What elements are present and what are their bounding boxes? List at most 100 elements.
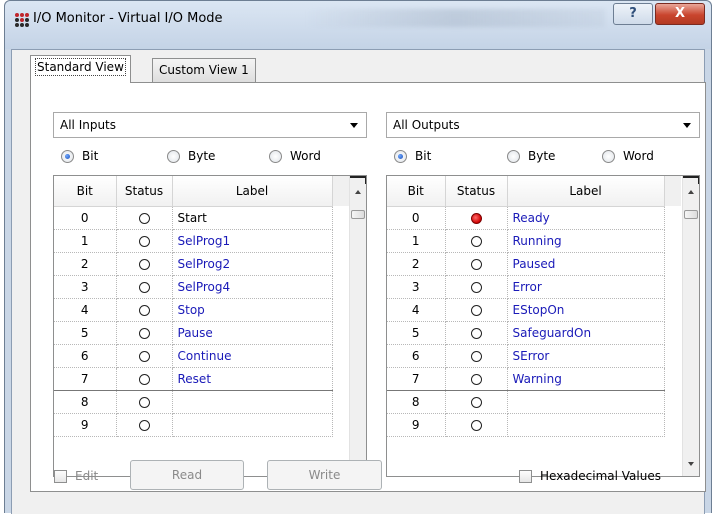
- status-cell[interactable]: [445, 344, 508, 368]
- tab-custom-view-1[interactable]: Custom View 1: [152, 58, 256, 82]
- label-cell: Stop: [172, 298, 333, 322]
- close-button[interactable]: X: [655, 3, 705, 25]
- table-row[interactable]: 2 Paused: [387, 252, 681, 276]
- status-off-icon[interactable]: [138, 212, 150, 224]
- table-row[interactable]: 5 SafeguardOn: [387, 321, 681, 345]
- table-row[interactable]: 3 Error: [387, 275, 681, 299]
- table-row[interactable]: 9: [387, 413, 681, 437]
- status-cell[interactable]: [116, 252, 173, 276]
- inputs-radio-bit[interactable]: Bit: [61, 149, 98, 163]
- inputs-grid[interactable]: Bit Status Label 0 Start 1 SelProg1 2 SelProg…: [53, 175, 367, 477]
- table-row[interactable]: 6 Continue: [54, 344, 349, 368]
- status-off-icon[interactable]: [470, 327, 482, 339]
- outputs-radio-byte[interactable]: Byte: [507, 149, 555, 163]
- outputs-radio-bit[interactable]: Bit: [394, 149, 431, 163]
- read-button[interactable]: Read: [130, 460, 244, 490]
- edit-checkbox[interactable]: Edit: [54, 469, 98, 483]
- status-off-icon[interactable]: [138, 281, 150, 293]
- status-cell[interactable]: [116, 344, 173, 368]
- scroll-up-icon[interactable]: [688, 190, 694, 194]
- status-off-icon[interactable]: [138, 258, 150, 270]
- table-row[interactable]: 0 Start: [54, 206, 349, 230]
- column-header-status[interactable]: Status: [116, 176, 173, 207]
- column-header-bit[interactable]: Bit: [54, 176, 117, 207]
- status-off-icon[interactable]: [138, 419, 150, 431]
- status-off-icon[interactable]: [470, 304, 482, 316]
- inputs-selector[interactable]: All Inputs: [53, 112, 367, 138]
- write-button[interactable]: Write: [267, 460, 382, 490]
- table-row[interactable]: 3 SelProg4: [54, 275, 349, 299]
- outputs-grid[interactable]: Bit Status Label 0 Ready 1 Running 2 Paused 3 E…: [386, 175, 700, 477]
- table-row[interactable]: 0 Ready: [387, 206, 681, 230]
- close-icon: X: [674, 6, 686, 21]
- table-row[interactable]: 4 Stop: [54, 298, 349, 322]
- table-row[interactable]: 9: [54, 413, 349, 437]
- status-off-icon[interactable]: [470, 258, 482, 270]
- status-cell[interactable]: [445, 206, 508, 230]
- column-header-label[interactable]: Label: [172, 176, 333, 207]
- scroll-thumb[interactable]: [351, 210, 365, 219]
- column-header-status[interactable]: Status: [445, 176, 508, 207]
- help-button[interactable]: ?: [613, 3, 653, 25]
- table-row[interactable]: 8: [54, 389, 349, 414]
- outputs-selector[interactable]: All Outputs: [386, 112, 700, 138]
- status-off-icon[interactable]: [470, 235, 482, 247]
- table-row[interactable]: 1 Running: [387, 229, 681, 253]
- app-icon: [15, 13, 29, 27]
- inputs-radio-byte[interactable]: Byte: [167, 149, 215, 163]
- status-on-icon[interactable]: [470, 212, 482, 224]
- status-off-icon[interactable]: [470, 281, 482, 293]
- status-cell[interactable]: [116, 389, 173, 414]
- inputs-scrollbar[interactable]: [349, 176, 366, 476]
- table-row[interactable]: 8: [387, 389, 681, 414]
- status-cell[interactable]: [445, 298, 508, 322]
- table-row[interactable]: 7 Warning: [387, 367, 681, 391]
- table-row[interactable]: 4 EStopOn: [387, 298, 681, 322]
- status-cell[interactable]: [445, 367, 508, 391]
- table-row[interactable]: 7 Reset: [54, 367, 349, 391]
- status-off-icon[interactable]: [138, 350, 150, 362]
- column-header-label[interactable]: Label: [507, 176, 665, 207]
- outputs-radio-word[interactable]: Word: [602, 149, 654, 163]
- status-off-icon[interactable]: [470, 419, 482, 431]
- status-off-icon[interactable]: [138, 304, 150, 316]
- label-cell: Pause: [172, 321, 333, 345]
- scroll-up-icon[interactable]: [355, 190, 361, 194]
- bit-cell: 7: [387, 367, 446, 391]
- status-cell[interactable]: [116, 367, 173, 391]
- status-cell[interactable]: [445, 413, 508, 437]
- table-row[interactable]: 5 Pause: [54, 321, 349, 345]
- tab-standard-view[interactable]: Standard View: [30, 55, 131, 83]
- status-cell[interactable]: [116, 275, 173, 299]
- table-row[interactable]: 1 SelProg1: [54, 229, 349, 253]
- inputs-radio-word[interactable]: Word: [269, 149, 321, 163]
- scroll-down-icon[interactable]: [688, 462, 694, 466]
- status-cell[interactable]: [445, 252, 508, 276]
- column-header-bit[interactable]: Bit: [387, 176, 446, 207]
- outputs-scrollbar[interactable]: [682, 176, 699, 476]
- status-cell[interactable]: [116, 298, 173, 322]
- status-cell[interactable]: [116, 321, 173, 345]
- status-cell[interactable]: [116, 229, 173, 253]
- status-off-icon[interactable]: [470, 350, 482, 362]
- status-cell[interactable]: [445, 275, 508, 299]
- bit-cell: 8: [54, 389, 117, 414]
- status-cell[interactable]: [116, 206, 173, 230]
- hexadecimal-values-checkbox[interactable]: Hexadecimal Values: [519, 469, 661, 483]
- status-cell[interactable]: [116, 413, 173, 437]
- scroll-thumb[interactable]: [684, 210, 698, 219]
- status-off-icon[interactable]: [138, 235, 150, 247]
- table-row[interactable]: 2 SelProg2: [54, 252, 349, 276]
- status-cell[interactable]: [445, 229, 508, 253]
- table-row[interactable]: 6 SError: [387, 344, 681, 368]
- radio-icon: [167, 149, 180, 163]
- status-off-icon[interactable]: [470, 396, 482, 408]
- status-off-icon[interactable]: [138, 327, 150, 339]
- status-off-icon[interactable]: [470, 373, 482, 385]
- status-cell[interactable]: [445, 389, 508, 414]
- status-off-icon[interactable]: [138, 373, 150, 385]
- title-bar[interactable]: I/O Monitor - Virtual I/O Mode ? X: [5, 1, 711, 49]
- status-off-icon[interactable]: [138, 396, 150, 408]
- chevron-down-icon: [350, 123, 358, 128]
- status-cell[interactable]: [445, 321, 508, 345]
